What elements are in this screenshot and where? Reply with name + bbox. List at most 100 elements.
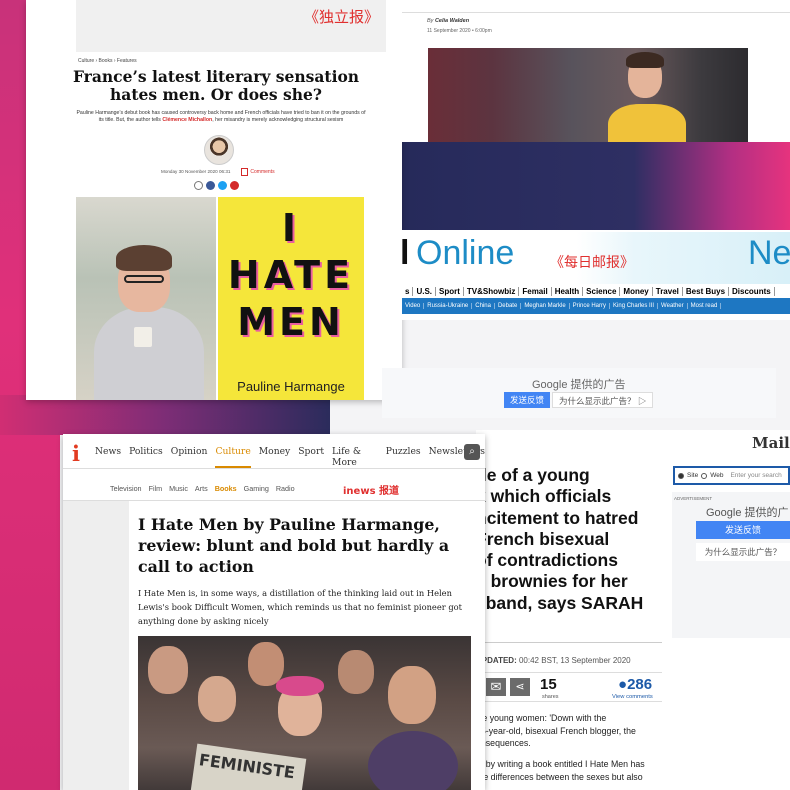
author-avatar[interactable] — [204, 135, 234, 165]
inews-article-screenshot: i News Politics Opinion Culture Money Sp… — [63, 434, 485, 790]
byline: By Celia Walden — [427, 18, 469, 24]
headline-line: ncitement to hatred — [476, 507, 639, 528]
nav-item-best-buys[interactable]: Best Buys — [683, 286, 730, 296]
photo-figure-hair — [116, 245, 172, 271]
facebook-share-icon[interactable] — [206, 181, 215, 190]
photo-figure-hair — [626, 52, 664, 68]
nav-item-life-more[interactable]: Life & More — [332, 446, 378, 468]
nav-item-health[interactable]: Health — [552, 286, 584, 296]
chinese-source-label: inews 报道 — [343, 486, 400, 497]
background-band — [0, 395, 330, 435]
share-icon[interactable]: ⋖ — [510, 678, 530, 696]
photo-figure — [198, 676, 236, 722]
subnav-item-harry[interactable]: Prince Harry — [570, 303, 611, 309]
subnav-item-television[interactable]: Television — [110, 484, 142, 493]
article-date: 11 September 2020 • 6:00pm — [427, 28, 492, 34]
photo-figure-shirt — [608, 104, 686, 142]
subnav-item-russia-ukraine[interactable]: Russia-Ukraine — [424, 303, 473, 309]
nav-item-opinion[interactable]: Opinion — [171, 446, 208, 468]
comment-count[interactable]: ●286 — [618, 676, 652, 693]
divider — [63, 468, 485, 469]
subnav-item-radio[interactable]: Radio — [276, 484, 295, 493]
author-name-link[interactable]: Clémence Michallon — [162, 117, 212, 123]
chinese-source-label: 《每日邮报》 — [550, 255, 634, 271]
subnav-item-debate[interactable]: Debate — [495, 303, 522, 309]
nav-item-discounts[interactable]: Discounts — [729, 286, 775, 296]
send-feedback-button[interactable]: 发送反馈 — [696, 521, 790, 539]
pinterest-share-icon[interactable] — [230, 181, 239, 190]
nav-item-us[interactable]: U.S. — [413, 286, 437, 296]
byline-prefix: By — [427, 18, 434, 24]
nav-item[interactable]: s — [402, 286, 414, 296]
subnav-item-film[interactable]: Film — [149, 484, 163, 493]
comment-bubble-icon: ● — [618, 676, 628, 693]
nav-item-puzzles[interactable]: Puzzles — [386, 446, 421, 468]
headline-line: sband, says SARAH — [476, 592, 644, 613]
nav-item-travel[interactable]: Travel — [653, 286, 683, 296]
breadcrumb[interactable]: Culture › Books › Features — [78, 58, 137, 64]
nav-item-sport[interactable]: Sport — [298, 446, 324, 468]
headline-line: tle of a young — [476, 465, 590, 485]
twitter-share-icon[interactable] — [218, 181, 227, 190]
subnav-item-books[interactable]: Books — [215, 484, 237, 493]
byline-author-link[interactable]: Celia Walden — [435, 18, 469, 24]
article-dateline: Monday 30 November 2020 06:31 — [161, 169, 231, 174]
subnav-item-weather[interactable]: Weather — [658, 303, 688, 309]
nav-item-politics[interactable]: Politics — [129, 446, 163, 468]
share-icons — [194, 181, 239, 190]
share-count-label: shares — [542, 694, 559, 700]
email-share-icon[interactable]: ✉ — [486, 678, 506, 696]
photo-mug — [134, 327, 152, 347]
photo-figure-body — [94, 307, 204, 400]
nav-item-culture[interactable]: Culture — [215, 446, 251, 468]
send-feedback-button[interactable]: 发送反馈 — [504, 392, 550, 408]
left-gutter — [63, 501, 129, 790]
subnav-item-video[interactable]: Video — [402, 303, 425, 309]
article-body-paragraph: rs by writing a book entitled I Hate Men… — [476, 759, 645, 782]
email-share-icon[interactable] — [194, 181, 203, 190]
logo-letter: l — [402, 234, 410, 272]
article-standfirst: Pauline Harmange’s debut book has caused… — [76, 110, 366, 124]
subnav-item-music[interactable]: Music — [169, 484, 188, 493]
nav-item-femail[interactable]: Femail — [519, 286, 552, 296]
protest-photo: FEMINISTE — [138, 636, 471, 790]
divider — [476, 642, 662, 643]
updated-value: 00:42 BST, 13 September 2020 — [518, 656, 631, 665]
comment-count-value: 286 — [627, 676, 653, 693]
primary-nav: s U.S. Sport TV&Showbiz Femail Health Sc… — [402, 284, 790, 298]
subnav-item-arts[interactable]: Arts — [195, 484, 208, 493]
updated-timestamp: UPDATED: 00:42 BST, 13 September 2020 — [476, 656, 631, 665]
web-radio-label: Web — [710, 472, 724, 479]
dailymail-masthead[interactable]: Mail — [752, 434, 790, 452]
photo-figure — [338, 650, 374, 694]
nav-item-tvshowbiz[interactable]: TV&Showbiz — [464, 286, 520, 296]
view-comments-link[interactable]: View comments — [612, 694, 653, 700]
subnav-item-gaming[interactable]: Gaming — [244, 484, 269, 493]
site-radio[interactable] — [678, 472, 684, 479]
search-input[interactable]: Enter your search — [730, 472, 781, 479]
comments-link[interactable]: Comments — [241, 168, 275, 176]
inews-logo[interactable]: i — [72, 441, 80, 466]
subnav-item-china[interactable]: China — [472, 303, 495, 309]
sidebar-ad: ADVERTISEMENT Google 提供的广 发送反馈 为什么显示此广告？ — [672, 492, 790, 638]
background-navy-gradient — [400, 140, 790, 230]
headline-line: k which officials — [476, 486, 612, 507]
protest-sign: FEMINISTE — [189, 743, 307, 790]
photo-figure — [148, 646, 188, 694]
nav-item-money[interactable]: Money — [259, 446, 290, 468]
nav-item-money[interactable]: Money — [620, 286, 653, 296]
nav-item-sport[interactable]: Sport — [436, 286, 464, 296]
why-this-ad-link[interactable]: 为什么显示此广告？ — [696, 543, 790, 561]
photo-figure-glasses — [124, 275, 164, 283]
search-icon[interactable]: ⌕ — [464, 444, 480, 460]
subnav-item-meghan[interactable]: Meghan Markle — [521, 303, 570, 309]
article-standfirst: I Hate Men is, in some ways, a distillat… — [138, 588, 462, 626]
subnav-item-king-charles[interactable]: King Charles III — [610, 303, 659, 309]
subnav-item-most-read[interactable]: Most read — [688, 303, 722, 309]
chinese-source-label: 《独立报》 — [304, 8, 380, 26]
why-this-ad-link[interactable]: 为什么显示此广告？ ▷ — [552, 392, 654, 408]
nav-item-science[interactable]: Science — [583, 286, 621, 296]
mailonline-logo[interactable]: l Online 《每日邮报》 Ne — [402, 232, 790, 284]
nav-item-news[interactable]: News — [95, 446, 121, 468]
web-radio[interactable] — [701, 472, 708, 479]
